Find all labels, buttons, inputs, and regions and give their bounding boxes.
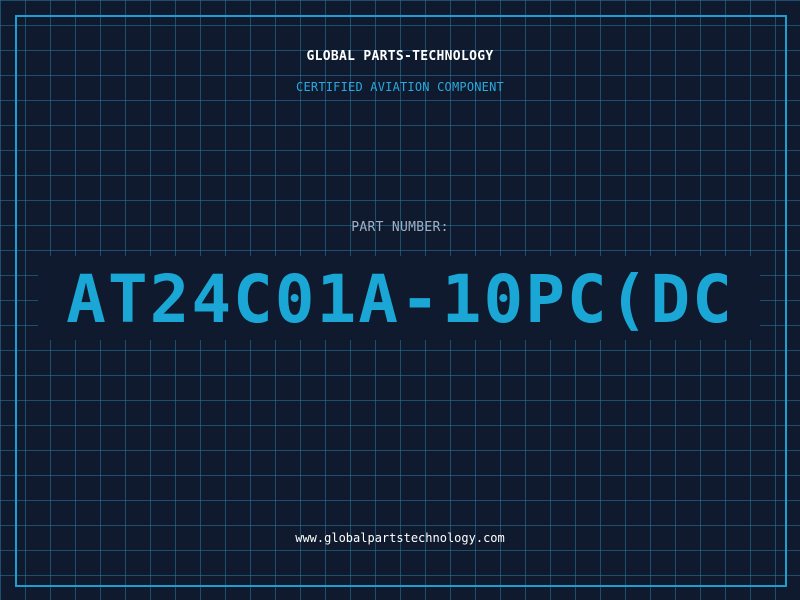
- certification-subtitle: CERTIFIED AVIATION COMPONENT: [296, 80, 504, 94]
- part-number-value: AT24C01A-10PC(DC: [66, 261, 734, 338]
- certificate-canvas: GLOBAL PARTS-TECHNOLOGY CERTIFIED AVIATI…: [0, 0, 800, 600]
- website-url: www.globalpartstechnology.com: [295, 531, 505, 545]
- company-name: GLOBAL PARTS-TECHNOLOGY: [306, 49, 494, 64]
- part-number-label: PART NUMBER:: [351, 220, 449, 235]
